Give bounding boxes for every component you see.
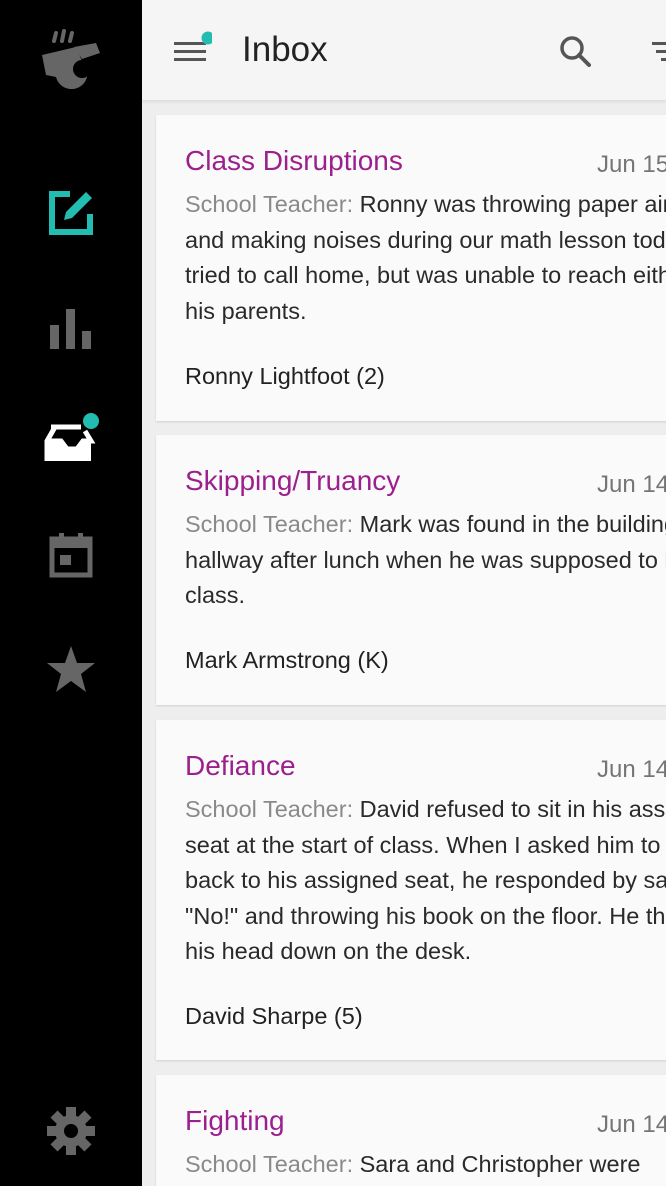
nav-settings[interactable] <box>0 1086 142 1176</box>
message-card[interactable]: Fighting Jun 14 School Teacher: Sara and… <box>156 1075 666 1186</box>
inbox-badge <box>83 413 99 429</box>
message-title: Defiance <box>185 750 296 781</box>
menu-button[interactable] <box>168 28 215 72</box>
message-body: School Teacher: Sara and Christopher wer… <box>185 1147 666 1183</box>
message-student[interactable]: David Sharpe (5) <box>185 1003 363 1030</box>
app-header: Inbox <box>142 0 666 101</box>
message-student[interactable]: Mark Armstrong (K) <box>185 647 389 674</box>
message-title: Skipping/Truancy <box>185 465 401 496</box>
message-date: Jun 14 <box>597 756 666 783</box>
calendar-icon <box>49 533 93 578</box>
nav-compose[interactable] <box>0 168 142 258</box>
whistle-icon <box>42 29 100 89</box>
filter-button[interactable] <box>642 28 666 76</box>
page-title: Inbox <box>242 30 328 69</box>
message-body: School Teacher: David refused to sit in … <box>185 792 666 970</box>
nav-favorites[interactable] <box>0 624 142 714</box>
message-body: School Teacher: Ronny was throwing paper… <box>185 187 666 329</box>
nav-inbox[interactable] <box>0 394 142 484</box>
nav-stats[interactable] <box>0 284 142 374</box>
message-body: School Teacher: Mark was found in the bu… <box>185 507 666 614</box>
message-text: Sara and Christopher were <box>359 1151 641 1177</box>
message-title: Fighting <box>185 1105 285 1136</box>
filter-icon <box>652 42 666 61</box>
menu-icon <box>174 31 215 61</box>
message-date: Jun 14 <box>597 1111 666 1138</box>
message-sender: School Teacher: <box>185 1151 354 1177</box>
bar-chart-icon <box>50 309 91 349</box>
inbox-tray-icon <box>44 413 99 461</box>
message-sender: School Teacher: <box>185 796 354 822</box>
message-card[interactable]: Class Disruptions Jun 15 School Teacher:… <box>156 115 666 421</box>
message-title: Class Disruptions <box>185 145 403 176</box>
star-icon <box>47 646 95 692</box>
message-date: Jun 15 <box>597 151 666 178</box>
search-button[interactable] <box>552 28 600 76</box>
edit-square-icon <box>49 191 93 235</box>
message-list: Class Disruptions Jun 15 School Teacher:… <box>142 101 666 1186</box>
message-student[interactable]: Ronny Lightfoot (2) <box>185 363 385 390</box>
sidebar <box>0 0 142 1186</box>
nav-calendar[interactable] <box>0 510 142 600</box>
search-icon <box>560 36 591 67</box>
message-card[interactable]: Skipping/Truancy Jun 14 School Teacher: … <box>156 435 666 705</box>
message-sender: School Teacher: <box>185 511 354 537</box>
message-date: Jun 14 <box>597 471 666 498</box>
gear-icon <box>47 1107 95 1155</box>
app-logo[interactable] <box>0 14 142 104</box>
message-sender: School Teacher: <box>185 191 354 217</box>
message-card[interactable]: Defiance Jun 14 School Teacher: David re… <box>156 720 666 1060</box>
